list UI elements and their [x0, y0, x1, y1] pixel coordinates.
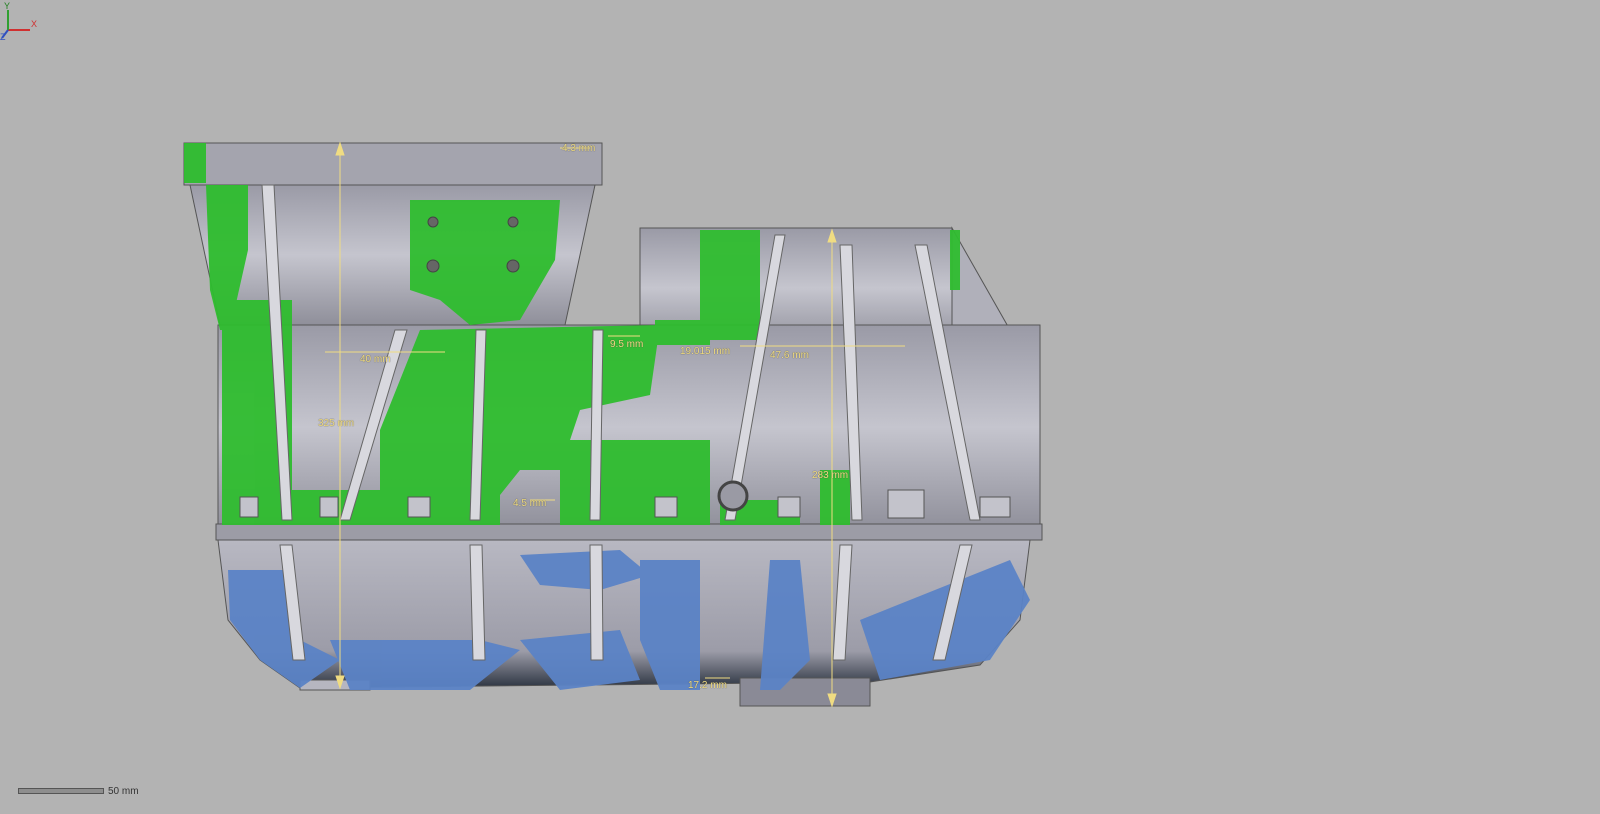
axis-z-label: Z — [0, 32, 6, 40]
dimension-label[interactable]: 283 mm — [812, 470, 848, 481]
dimension-label[interactable]: 4.3 mm — [562, 143, 595, 154]
axis-triad: X Y Z — [0, 1, 37, 40]
scale-label: 50 mm — [108, 786, 139, 797]
top-flange — [183, 142, 603, 186]
pan-boss — [739, 677, 871, 707]
axis-y-label: Y — [4, 1, 10, 11]
dimension-label[interactable]: 325 mm — [318, 418, 354, 429]
dimension-label[interactable]: 47.6 mm — [770, 350, 809, 361]
scale-bar — [18, 788, 104, 794]
dimension-label[interactable]: 9.5 mm — [610, 339, 643, 350]
model-render — [183, 141, 1043, 708]
dimension-label[interactable]: 4.5 mm — [513, 498, 546, 509]
dimension-label[interactable]: 40 mm — [360, 354, 391, 365]
3d-viewport[interactable]: 4.3 mm 40 mm 325 mm 9.5 mm 19.015 mm 47.… — [0, 0, 1600, 814]
dimension-label[interactable]: 19.015 mm — [680, 346, 730, 357]
axis-x-label: X — [31, 19, 37, 29]
dimension-label[interactable]: 17.2 mm — [688, 680, 727, 691]
